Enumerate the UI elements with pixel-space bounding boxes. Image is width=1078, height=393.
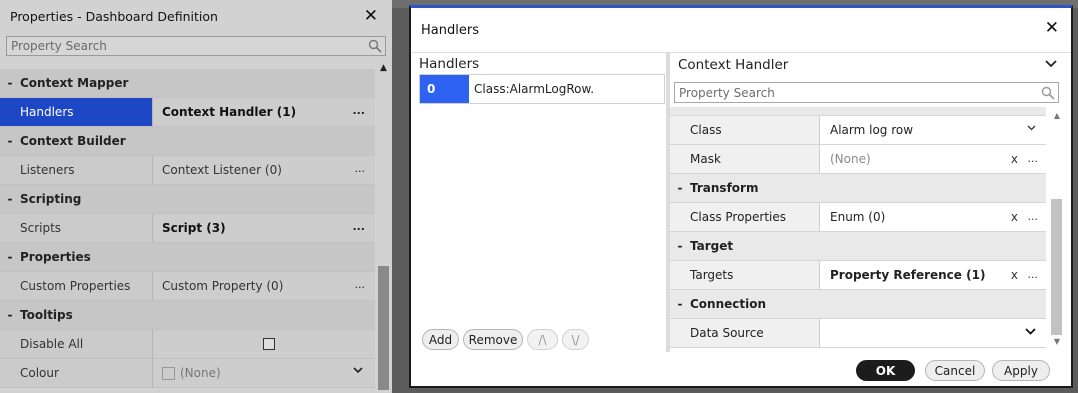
property-value[interactable]: (None) x ...	[820, 145, 1046, 173]
chevron-down-icon[interactable]	[1045, 60, 1057, 68]
property-value[interactable]: Script (3)...	[153, 214, 375, 242]
property-name: Handlers	[0, 98, 153, 126]
property-name: Class Properties	[670, 203, 820, 231]
property-name: Targets	[670, 261, 820, 289]
property-value[interactable]: Context Handler (1)...	[153, 98, 375, 126]
context-handler-header: Context Handler	[678, 57, 789, 73]
dialog-title: Handlers	[421, 23, 479, 38]
clear-button[interactable]: x	[1011, 152, 1018, 166]
context-property-grid: Class Alarm log row Mask (None) x ... -T…	[670, 107, 1046, 351]
property-search-input[interactable]: Property Search	[674, 82, 1059, 103]
chevron-down-icon	[1025, 328, 1036, 335]
property-name: Listeners	[0, 156, 153, 184]
category-properties[interactable]: - Properties	[0, 243, 375, 272]
properties-panel: Properties - Dashboard Definition ✕ Prop…	[0, 0, 392, 393]
category-context-builder[interactable]: - Context Builder	[0, 127, 375, 156]
category-transform[interactable]: - Transform	[670, 174, 1046, 203]
property-row-colour[interactable]: Colour (None)	[0, 359, 375, 388]
handler-list-item[interactable]: 0 Class:AlarmLogRow.	[419, 74, 665, 104]
property-value	[153, 330, 375, 358]
property-name: Colour	[0, 359, 153, 387]
property-name: Scripts	[0, 214, 153, 242]
cancel-button[interactable]: Cancel	[925, 360, 985, 381]
category-connection[interactable]: - Connection	[670, 290, 1046, 319]
chevron-down-icon	[1027, 125, 1036, 131]
colour-select[interactable]: (None)	[153, 359, 375, 387]
property-name: Data Source	[670, 319, 820, 347]
ellipsis-button[interactable]: ...	[352, 220, 365, 233]
handlers-dialog: Handlers ✕ Handlers 0 Class:AlarmLogRow.…	[409, 5, 1073, 388]
remove-button[interactable]: Remove	[463, 329, 523, 350]
ellipsis-button[interactable]: ...	[355, 278, 366, 291]
clear-button[interactable]: x	[1011, 268, 1018, 282]
scrollbar-thumb[interactable]	[1051, 199, 1062, 335]
ellipsis-button[interactable]: ...	[355, 162, 366, 175]
class-select[interactable]: Alarm log row	[820, 116, 1046, 144]
property-row-targets[interactable]: Targets Property Reference (1) x ...	[670, 261, 1046, 290]
property-row-mask[interactable]: Mask (None) x ...	[670, 145, 1046, 174]
property-row-listeners[interactable]: Listeners Context Listener (0)...	[0, 156, 375, 185]
handler-index: 0	[420, 75, 469, 103]
property-row-scripts[interactable]: Scripts Script (3)...	[0, 214, 375, 243]
category-scripting[interactable]: - Scripting	[0, 185, 375, 214]
handlers-list-label: Handlers	[419, 56, 480, 72]
search-placeholder: Property Search	[11, 39, 107, 53]
search-icon	[368, 39, 382, 53]
close-icon[interactable]: ✕	[364, 6, 378, 26]
property-value[interactable]: Custom Property (0)...	[153, 272, 375, 300]
clear-button[interactable]: x	[1011, 210, 1018, 224]
property-row-custom-properties[interactable]: Custom Properties Custom Property (0)...	[0, 272, 375, 301]
move-down-button[interactable]: \/	[562, 329, 589, 350]
category-context-mapper[interactable]: - Context Mapper	[0, 69, 375, 98]
handler-class: Class:AlarmLogRow.	[474, 82, 595, 96]
property-name: Disable All	[0, 330, 153, 358]
add-button[interactable]: Add	[422, 329, 459, 350]
ok-button[interactable]: OK	[856, 360, 915, 381]
property-grid: - Context Mapper Handlers Context Handler…	[0, 69, 375, 388]
close-icon[interactable]: ✕	[1045, 18, 1059, 38]
data-source-select[interactable]	[820, 319, 1046, 347]
property-value[interactable]: Enum (0) x ...	[820, 203, 1046, 231]
search-placeholder: Property Search	[679, 85, 775, 100]
scrollbar-thumb[interactable]	[378, 266, 389, 390]
property-row-class-properties[interactable]: Class Properties Enum (0) x ...	[670, 203, 1046, 232]
property-name: Class	[670, 116, 820, 144]
chevron-down-icon	[353, 367, 363, 374]
property-name: Mask	[670, 145, 820, 173]
ellipsis-button[interactable]: ...	[1028, 210, 1039, 223]
divider	[411, 52, 1071, 53]
property-row-disable-all[interactable]: Disable All	[0, 330, 375, 359]
category-class-filter[interactable]	[670, 107, 1046, 116]
disable-all-checkbox[interactable]	[262, 338, 275, 350]
property-value[interactable]: Context Listener (0)...	[153, 156, 375, 184]
property-row-handlers[interactable]: Handlers Context Handler (1)...	[0, 98, 375, 127]
property-value[interactable]: Property Reference (1) x ...	[820, 261, 1046, 289]
move-up-button[interactable]: /\	[527, 329, 558, 350]
scroll-up-arrow[interactable]: ▲	[1051, 111, 1063, 123]
list-buttons: Add Remove /\ \/	[422, 329, 589, 350]
ellipsis-button[interactable]: ...	[1028, 268, 1039, 281]
property-row-data-source[interactable]: Data Source	[670, 319, 1046, 348]
scroll-up-arrow[interactable]: ▲	[377, 63, 390, 76]
category-target[interactable]: - Target	[670, 232, 1046, 261]
ellipsis-button[interactable]: ...	[352, 104, 365, 117]
property-row-class[interactable]: Class Alarm log row	[670, 116, 1046, 145]
colour-swatch	[162, 366, 175, 380]
search-icon	[1041, 86, 1055, 100]
property-name: Custom Properties	[0, 272, 153, 300]
properties-panel-title: Properties - Dashboard Definition	[10, 9, 218, 24]
category-tooltips[interactable]: - Tooltips	[0, 301, 375, 330]
apply-button[interactable]: Apply	[992, 360, 1050, 381]
property-search-input[interactable]: Property Search	[6, 36, 386, 56]
ellipsis-button[interactable]: ...	[1028, 152, 1039, 165]
scroll-down-arrow[interactable]: ▼	[1051, 337, 1063, 349]
